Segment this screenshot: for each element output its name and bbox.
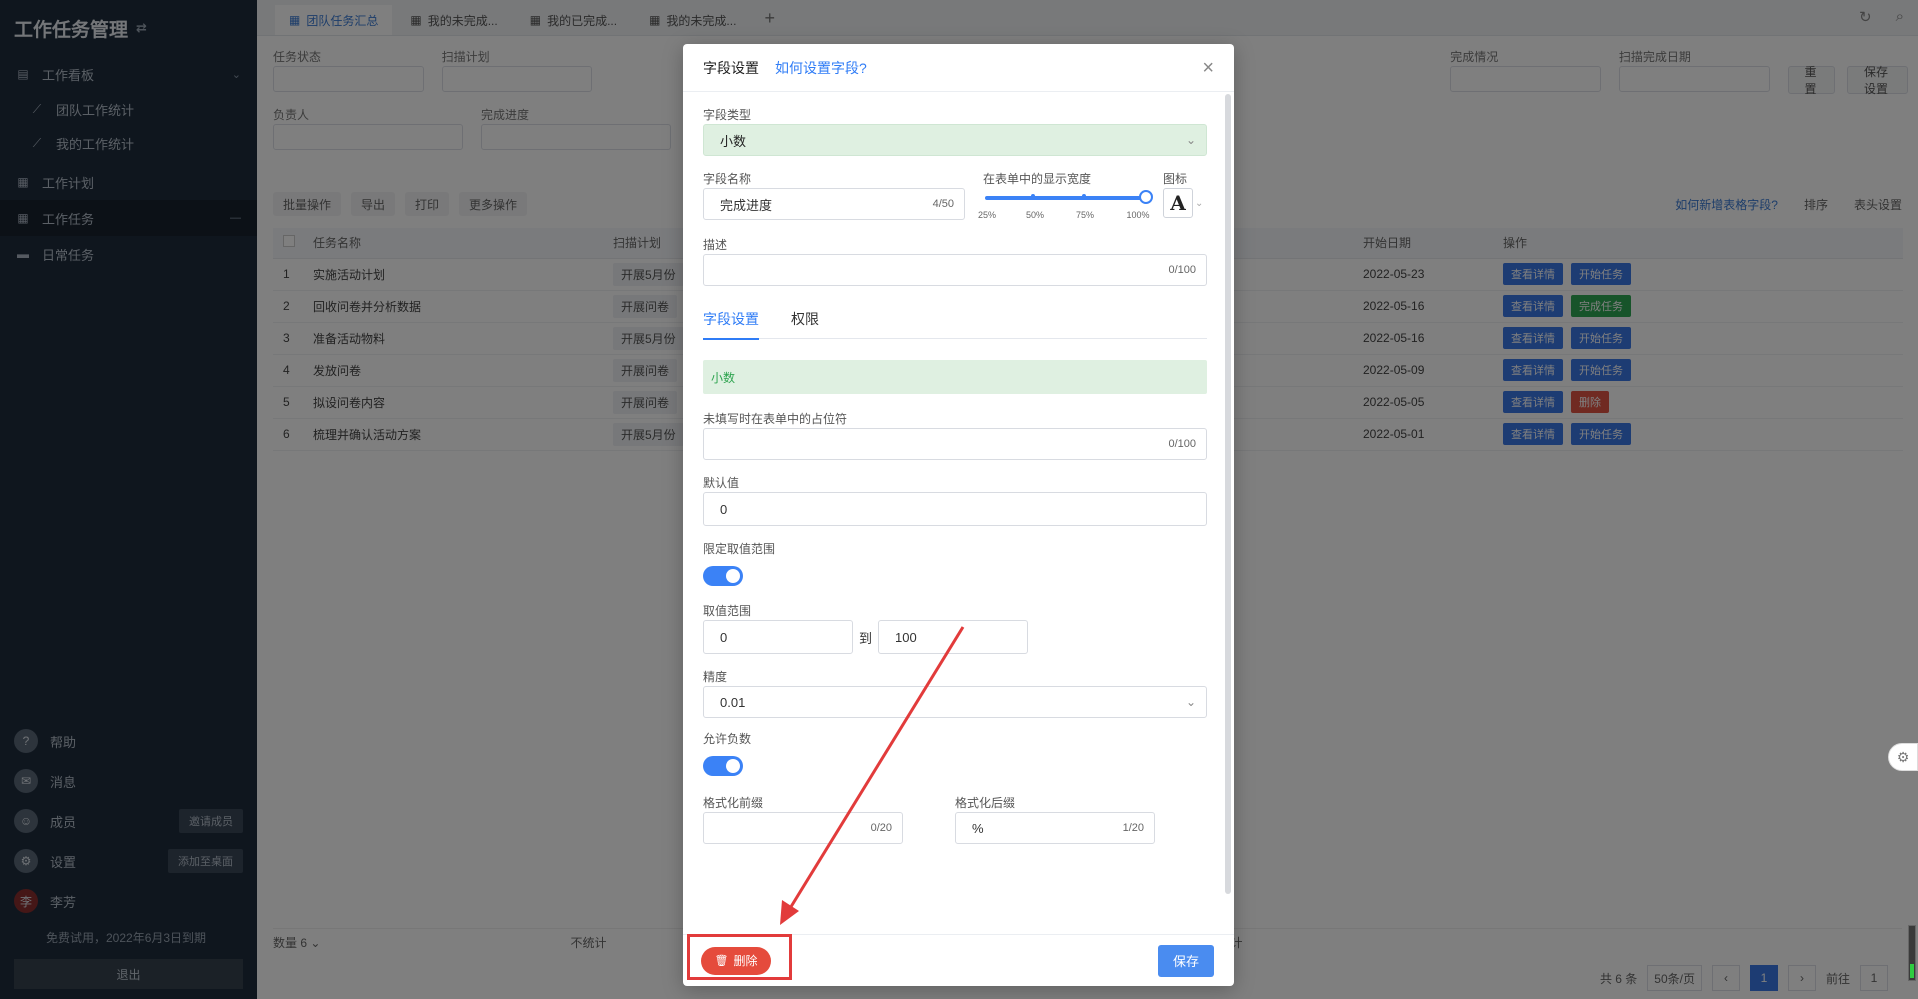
annotation-highlight-box: [687, 934, 792, 980]
precision-select[interactable]: 0.01 ⌄: [703, 686, 1207, 718]
prefix-label: 格式化前缀: [703, 796, 764, 810]
slider-thumb[interactable]: [1139, 190, 1153, 204]
dialog-header: 字段设置 如何设置字段? ×: [683, 44, 1234, 92]
suffix-count: 1/20: [1122, 822, 1144, 834]
precision-label: 精度: [703, 670, 728, 684]
range-label: 取值范围: [703, 604, 752, 618]
save-button[interactable]: 保存: [1158, 944, 1214, 977]
placeholder-count: 0/100: [1168, 438, 1196, 450]
limit-range-label: 限定取值范围: [703, 542, 776, 556]
field-name-label: 字段名称: [703, 172, 752, 186]
settings-tabs: 字段设置 权限: [703, 306, 1207, 340]
field-type-label: 字段类型: [703, 108, 752, 122]
slider-marks: 25% 50% 75% 100%: [977, 210, 1150, 220]
display-width-label: 在表单中的显示宽度: [983, 172, 1092, 186]
close-icon[interactable]: ×: [1202, 58, 1214, 78]
tab-permissions[interactable]: 权限: [791, 306, 819, 339]
description-label: 描述: [703, 238, 728, 252]
floating-level-indicator: [1908, 925, 1916, 981]
range-min-input[interactable]: 0: [703, 620, 853, 654]
dialog-title: 字段设置: [703, 59, 759, 76]
prefix-count: 0/20: [870, 822, 892, 834]
description-count: 0/100: [1168, 264, 1196, 276]
field-help-link[interactable]: 如何设置字段?: [775, 58, 867, 78]
field-name-input[interactable]: 完成进度 4/50: [703, 188, 965, 220]
dialog-scrollbar[interactable]: [1225, 94, 1231, 894]
tab-field-settings[interactable]: 字段设置: [703, 306, 759, 340]
range-max-input[interactable]: 100: [878, 620, 1029, 654]
placeholder-input[interactable]: 0/100: [703, 428, 1207, 460]
dialog-body: 字段类型 小数 ⌄ 字段名称 完成进度 4/50 在表单中的显示宽度 25% 5…: [683, 92, 1234, 934]
text-type-icon[interactable]: A: [1163, 188, 1193, 218]
format-row: 格式化前缀 0/20 格式化后缀 % 1/20: [703, 794, 1207, 844]
display-width-slider[interactable]: [983, 188, 1153, 210]
chevron-down-icon: ⌄: [1185, 695, 1196, 709]
icon-setting: 图标 A ⌄: [1163, 170, 1203, 218]
suffix-label: 格式化后缀: [955, 796, 1016, 810]
description-input[interactable]: 0/100: [703, 254, 1207, 286]
name-width-row: 字段名称 完成进度 4/50 在表单中的显示宽度 25% 50% 75% 100…: [703, 170, 1207, 222]
field-settings-dialog: 字段设置 如何设置字段? × 字段类型 小数 ⌄ 字段名称 完成进度 4/50 …: [683, 44, 1234, 986]
field-name-count: 4/50: [932, 198, 954, 210]
default-value-input[interactable]: 0: [703, 492, 1207, 526]
chevron-down-icon: ⌄: [1185, 133, 1196, 147]
range-separator: 到: [859, 630, 873, 646]
allow-negative-toggle[interactable]: [703, 756, 743, 776]
chevron-down-icon[interactable]: ⌄: [1195, 198, 1203, 209]
field-type-banner: 小数: [703, 360, 1207, 394]
range-row: 0 到 100: [703, 620, 1207, 654]
default-value-label: 默认值: [703, 476, 740, 490]
field-type-select[interactable]: 小数 ⌄: [703, 124, 1207, 156]
placeholder-label: 未填写时在表单中的占位符: [703, 412, 848, 426]
suffix-input[interactable]: % 1/20: [955, 812, 1155, 844]
limit-range-toggle[interactable]: [703, 566, 743, 586]
display-width-setting: 在表单中的显示宽度 25% 50% 75% 100%: [977, 170, 1153, 222]
prefix-input[interactable]: 0/20: [703, 812, 903, 844]
icon-label: 图标: [1163, 172, 1188, 186]
allow-negative-label: 允许负数: [703, 732, 752, 746]
floating-settings-icon[interactable]: ⚙: [1888, 743, 1918, 771]
